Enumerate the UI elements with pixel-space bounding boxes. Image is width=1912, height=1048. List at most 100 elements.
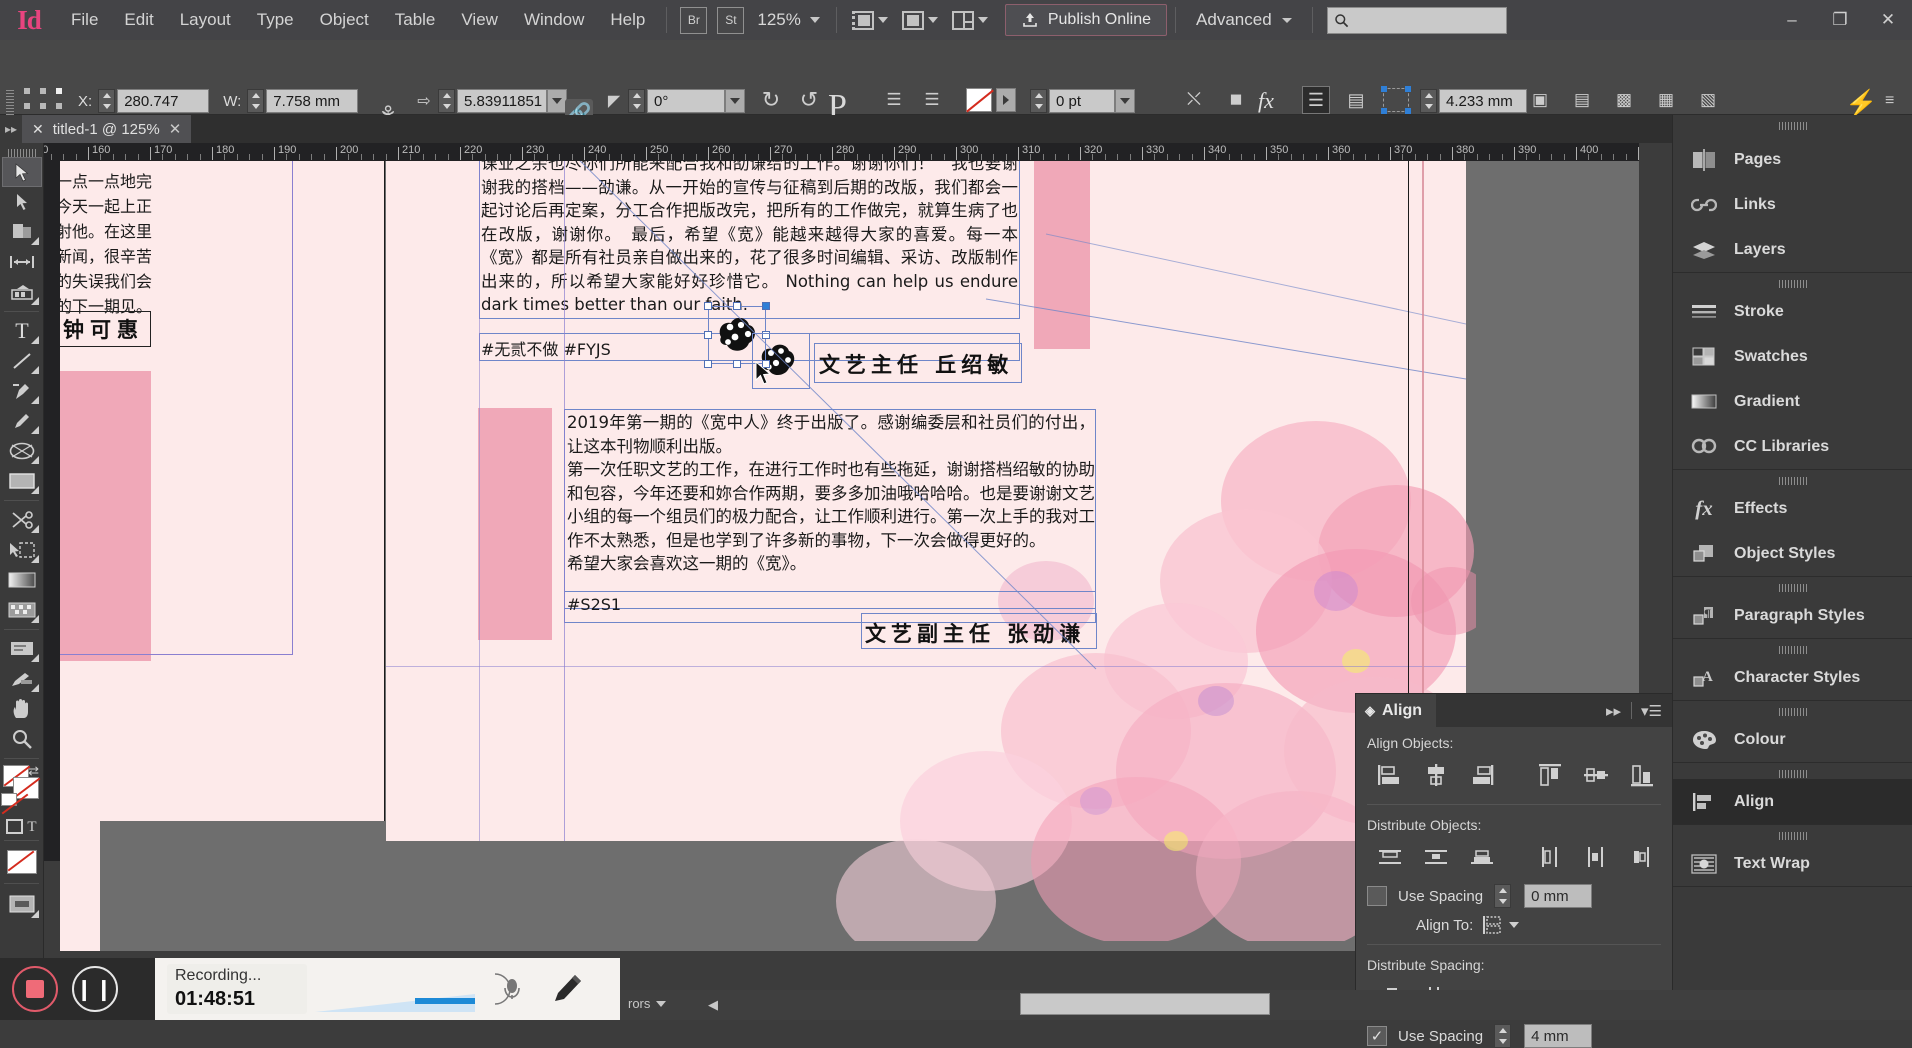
dock-header[interactable]	[1673, 115, 1912, 137]
panel-align[interactable]: Align	[1673, 779, 1912, 824]
pen-tool[interactable]	[2, 376, 42, 406]
pencil-tool[interactable]	[2, 406, 42, 436]
page-left[interactable]: 一点一点地完今天一起上正射他。在这里新闻，很辛苦的失误我们会的下一期见。 钟可惠	[100, 161, 385, 821]
swap-fill-stroke-icon[interactable]: ⇄	[28, 763, 39, 779]
close-button[interactable]: ✕	[1864, 0, 1912, 40]
document-tab-close-left-icon[interactable]: ✕	[32, 121, 44, 138]
free-transform-tool[interactable]	[2, 535, 42, 565]
normal-view-mode-button[interactable]	[2, 888, 42, 920]
panel-effects[interactable]: fx Effects	[1673, 486, 1912, 531]
panel-text-wrap[interactable]: Text Wrap	[1673, 841, 1912, 886]
menu-object[interactable]: Object	[307, 0, 382, 40]
use-spacing-field-1[interactable]: 0 mm	[1524, 884, 1592, 908]
menu-table[interactable]: Table	[382, 0, 449, 40]
pause-recording-button[interactable]: ❙❙	[72, 966, 118, 1012]
distribute-right-edges-button[interactable]	[1619, 837, 1665, 877]
select-container-icon[interactable]: ☰	[880, 86, 908, 114]
search-input[interactable]	[1327, 7, 1507, 34]
scale-x-field[interactable]: 5.83911851	[457, 89, 547, 113]
align-top-edges-button[interactable]	[1527, 755, 1573, 795]
bridge-button[interactable]: Br	[680, 7, 707, 34]
view-options-button[interactable]	[895, 0, 945, 40]
use-spacing-stepper-2[interactable]	[1494, 1024, 1511, 1048]
line-tool[interactable]	[2, 346, 42, 376]
rectangle-tool[interactable]	[2, 466, 42, 496]
menu-layout[interactable]: Layout	[167, 0, 244, 40]
distribute-left-edges-button[interactable]	[1527, 837, 1573, 877]
stroke-weight-stepper[interactable]	[1030, 89, 1047, 113]
previous-page-icon[interactable]: ◀	[708, 997, 718, 1013]
corner-options-icon[interactable]: ⛌	[1180, 86, 1208, 114]
stroke-weight-field[interactable]: 0 pt	[1049, 89, 1115, 113]
panel-collapse-diamond-icon[interactable]: ◈	[1365, 703, 1375, 719]
page-right[interactable]: 课业之余也尽你们所能来配合我和劭谦给的工作。谢谢你们！ 我也要谢谢我的搭档——劭…	[386, 161, 1466, 841]
horizontal-ruler[interactable]: 1501601701801902002102202302402502602702…	[44, 143, 1639, 161]
collapse-to-icons-icon[interactable]: ▸▸	[1606, 702, 1621, 720]
corner-shape-icon[interactable]	[1383, 88, 1409, 112]
menu-type[interactable]: Type	[244, 0, 307, 40]
distribute-horizontal-centers-button[interactable]	[1573, 837, 1619, 877]
align-right-edges-button[interactable]	[1459, 755, 1505, 795]
panel-menu-icon[interactable]: ▾☰	[1641, 702, 1662, 720]
align-panel[interactable]: ◈ Align ▸▸ ▾☰ Align Objects: Distribute …	[1355, 693, 1673, 1020]
panel-gradient[interactable]: Gradient	[1673, 379, 1912, 424]
panel-object-styles[interactable]: Object Styles	[1673, 531, 1912, 576]
rotate-clockwise-icon[interactable]: ↻	[757, 86, 785, 114]
menu-window[interactable]: Window	[511, 0, 597, 40]
status-errors-dropdown[interactable]: rors	[628, 996, 666, 1011]
panel-colour[interactable]: Colour	[1673, 717, 1912, 762]
fill-stroke-controls[interactable]: ⇄	[0, 763, 43, 815]
stop-recording-button[interactable]	[12, 966, 58, 1012]
w-stepper[interactable]	[247, 89, 264, 113]
minimize-button[interactable]: –	[1768, 0, 1816, 40]
align-vertical-centers-button[interactable]	[1573, 755, 1619, 795]
fill-dropdown[interactable]	[996, 88, 1016, 112]
workspace-switcher[interactable]: Advanced	[1184, 10, 1304, 30]
rotate-field[interactable]: 0°	[647, 89, 725, 113]
center-content-icon[interactable]: ▩	[1610, 86, 1638, 114]
select-previous-icon[interactable]: ☰	[918, 86, 946, 114]
hand-tool[interactable]	[2, 694, 42, 724]
formatting-affects-container-icon[interactable]	[6, 819, 23, 834]
menu-file[interactable]: File	[58, 0, 111, 40]
x-stepper[interactable]	[98, 89, 115, 113]
distribute-bottom-edges-button[interactable]	[1459, 837, 1505, 877]
align-to-dropdown[interactable]	[1482, 915, 1519, 935]
formatting-affects-text-icon[interactable]: T	[27, 819, 36, 836]
maximize-button[interactable]: ❐	[1816, 0, 1864, 40]
effects-fx-icon[interactable]: fx	[1258, 88, 1274, 114]
menu-edit[interactable]: Edit	[111, 0, 166, 40]
status-field[interactable]	[1020, 993, 1270, 1015]
default-fill-stroke-icon[interactable]	[1, 793, 17, 806]
arrange-documents-button[interactable]	[945, 0, 995, 40]
use-spacing-checkbox-2[interactable]: ✓	[1367, 1026, 1387, 1046]
fill-swatch[interactable]	[966, 88, 992, 112]
apply-none-button[interactable]	[2, 845, 42, 879]
x-field[interactable]: 280.747 mm	[117, 89, 209, 113]
panel-cc-libraries[interactable]: CC Libraries	[1673, 424, 1912, 469]
gradient-swatch-tool[interactable]	[2, 565, 42, 595]
w-field[interactable]: 7.758 mm	[266, 89, 358, 113]
distribute-top-edges-button[interactable]	[1367, 837, 1413, 877]
close-icon[interactable]: ✕	[169, 120, 182, 138]
tab-dock-expand-icon[interactable]: ▸▸	[0, 115, 22, 143]
use-spacing-checkbox-1[interactable]	[1367, 886, 1387, 906]
publish-online-button[interactable]: Publish Online	[1005, 4, 1167, 36]
rotate-stepper[interactable]	[628, 89, 645, 113]
type-tool[interactable]: T	[2, 316, 42, 346]
align-bottom-edges-button[interactable]	[1619, 755, 1665, 795]
annotate-pencil-button[interactable]	[550, 970, 586, 1011]
text-wrap-bounding-icon[interactable]: ▤	[1342, 86, 1370, 114]
panel-links[interactable]: Links	[1673, 182, 1912, 227]
rotate-dropdown[interactable]	[725, 89, 745, 113]
control-panel-menu-icon[interactable]: ≡	[1885, 92, 1894, 110]
fit-content-proportionally-icon[interactable]: ▣	[1526, 86, 1554, 114]
align-horizontal-centers-button[interactable]	[1413, 755, 1459, 795]
scissors-tool[interactable]	[2, 505, 42, 535]
panel-character-styles[interactable]: A Character Styles	[1673, 655, 1912, 700]
panel-layers[interactable]: Layers	[1673, 227, 1912, 272]
rotate-counterclockwise-icon[interactable]: ↺	[795, 86, 823, 114]
drop-shadow-icon[interactable]: ■	[1222, 86, 1250, 114]
screen-mode-button[interactable]	[845, 0, 895, 40]
use-spacing-stepper-1[interactable]	[1494, 884, 1511, 908]
